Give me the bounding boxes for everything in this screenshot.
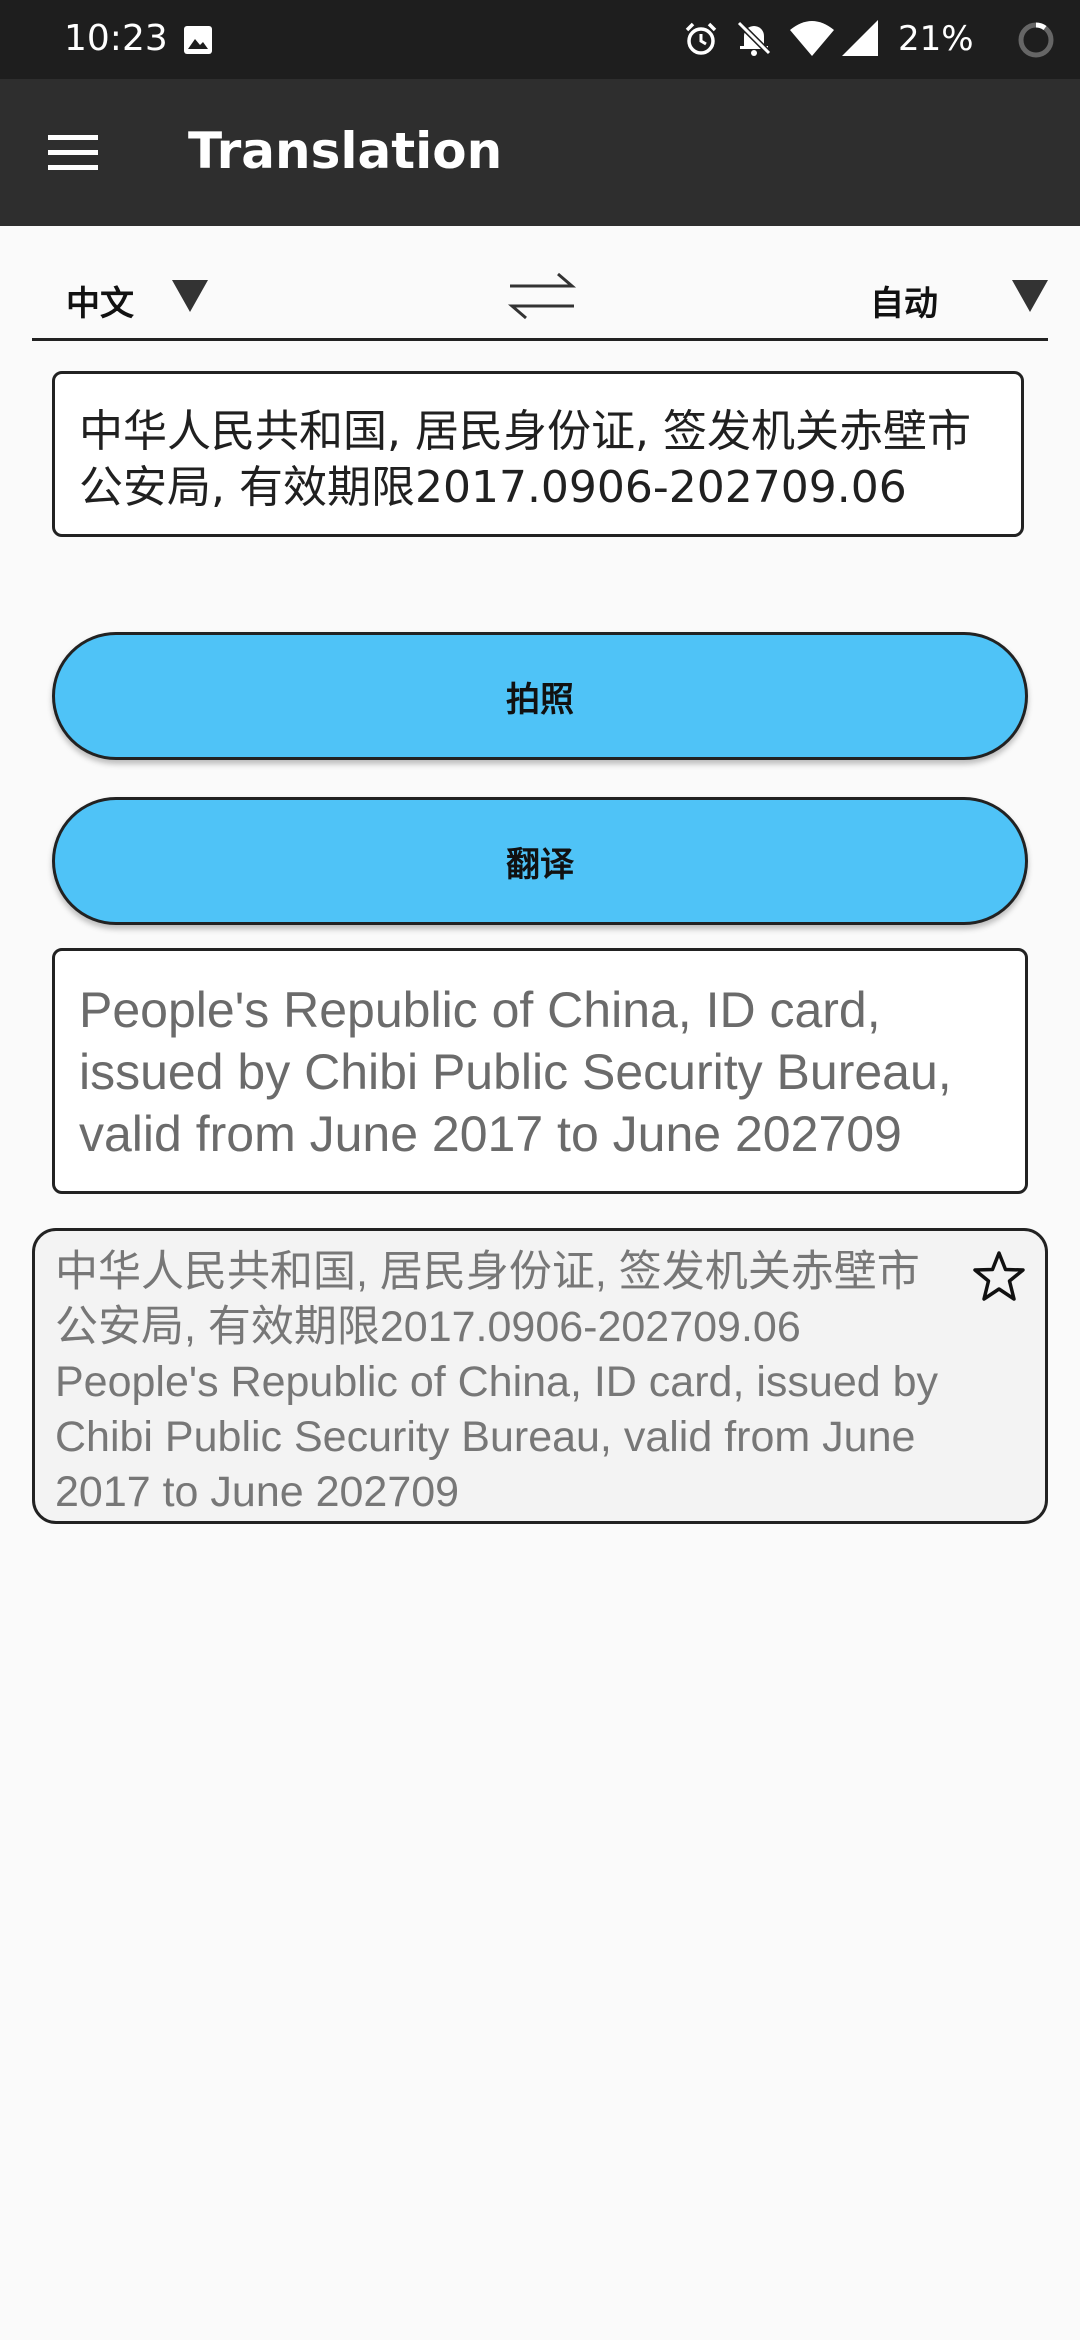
page-title: Translation bbox=[188, 122, 503, 180]
swap-arrows-icon[interactable] bbox=[502, 264, 582, 328]
bell-off-icon bbox=[736, 20, 772, 56]
hamburger-menu-icon[interactable] bbox=[46, 131, 100, 175]
target-language-dropdown-icon[interactable] bbox=[1012, 280, 1048, 312]
signal-icon bbox=[842, 20, 878, 56]
star-icon[interactable] bbox=[971, 1249, 1027, 1305]
battery-percent: 21% bbox=[898, 19, 974, 59]
source-language-select[interactable]: 中文 bbox=[66, 276, 134, 325]
target-language-select[interactable]: 自动 bbox=[870, 276, 938, 325]
take-photo-button[interactable]: 拍照 bbox=[52, 632, 1028, 760]
status-time: 10:23 bbox=[64, 18, 168, 59]
source-language-dropdown-icon[interactable] bbox=[172, 280, 208, 312]
translate-button[interactable]: 翻译 bbox=[52, 797, 1028, 925]
history-item[interactable]: 中华人民共和国, 居民身份证, 签发机关赤壁市公安局, 有效期限2017.090… bbox=[32, 1228, 1048, 1524]
app-bar: Translation bbox=[0, 79, 1080, 226]
source-text-input[interactable]: 中华人民共和国, 居民身份证, 签发机关赤壁市公安局, 有效期限2017.090… bbox=[52, 371, 1024, 537]
battery-circle-icon bbox=[1018, 22, 1054, 58]
image-icon bbox=[184, 26, 212, 54]
language-selector-row: 中文 自动 bbox=[32, 256, 1048, 341]
history-source-text: 中华人民共和国, 居民身份证, 签发机关赤壁市公安局, 有效期限2017.090… bbox=[55, 1248, 920, 1351]
status-bar: 10:23 21% bbox=[0, 0, 1080, 79]
alarm-icon bbox=[685, 22, 717, 55]
history-translation-text: People's Republic of China, ID card, iss… bbox=[55, 1358, 939, 1516]
translation-result: People's Republic of China, ID card, iss… bbox=[52, 948, 1028, 1194]
wifi-icon bbox=[790, 21, 834, 56]
